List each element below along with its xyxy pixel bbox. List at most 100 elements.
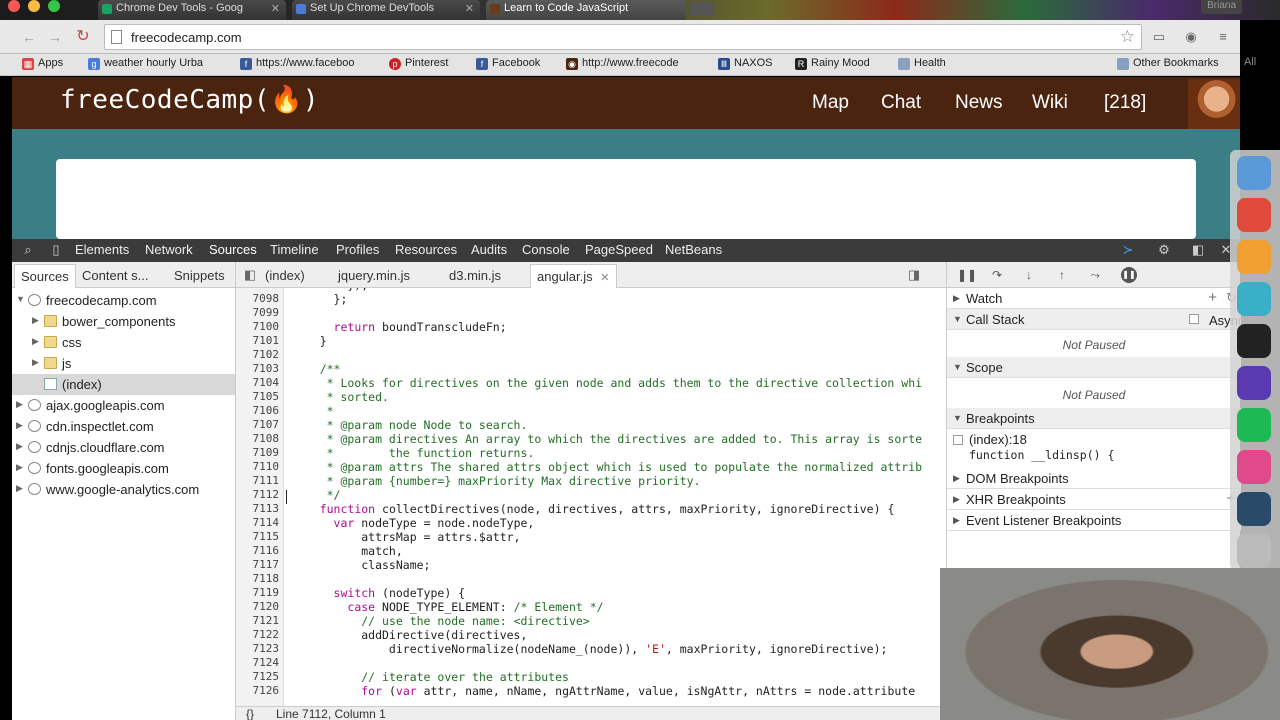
code-editor[interactable]: 7097709870997100710171027103710471057106… [236, 288, 946, 706]
tree-item[interactable]: ▼ freecodecamp.com [12, 290, 235, 311]
panel-elements[interactable]: Elements [75, 242, 129, 257]
tree-item[interactable]: ▶ cdnjs.cloudflare.com [12, 437, 235, 458]
line-number[interactable]: 7118 [253, 572, 280, 585]
pretty-print-button[interactable]: {} [246, 707, 254, 720]
nav-news[interactable]: News [955, 92, 1003, 114]
avatar[interactable] [1188, 79, 1240, 129]
spotify-icon[interactable] [1237, 408, 1271, 442]
section-watch[interactable]: ▶ Watch + ↻ [947, 288, 1241, 309]
editor-tab[interactable]: jquery.min.js [338, 268, 410, 283]
section-event-listener-breakpoints[interactable]: ▶ Event Listener Breakpoints [947, 510, 1241, 531]
cast-icon[interactable]: ▭ [1150, 28, 1168, 46]
line-number[interactable]: 7105 [253, 390, 280, 403]
expand-arrow-icon[interactable]: ▶ [32, 336, 39, 347]
bookmark-item[interactable]: p Pinterest [389, 57, 448, 70]
tree-item[interactable]: ▶ cdn.inspectlet.com [12, 416, 235, 437]
reload-button[interactable]: ↻ [74, 28, 92, 46]
deactivate-breakpoints-icon[interactable]: ⤳ [1087, 267, 1103, 283]
photos-icon[interactable] [1237, 240, 1271, 274]
step-into-icon[interactable]: ↓ [1021, 267, 1037, 283]
bookmark-item[interactable]: R Rainy Mood [795, 57, 870, 70]
panel-sources[interactable]: Sources [209, 242, 257, 257]
line-gutter[interactable]: 7097709870997100710171027103710471057106… [236, 288, 284, 706]
section-scope[interactable]: ▼ Scope [947, 357, 1241, 378]
line-number[interactable]: 7101 [253, 334, 280, 347]
pause-on-exceptions-icon[interactable]: ❚❚ [1121, 267, 1137, 283]
expand-arrow-icon[interactable]: ▶ [16, 420, 23, 431]
editor-tab[interactable]: d3.min.js [449, 268, 501, 283]
nav-chat[interactable]: Chat [881, 92, 921, 114]
collapse-arrow-icon[interactable]: ▼ [16, 294, 25, 304]
tree-item[interactable]: ▶ www.google-analytics.com [12, 479, 235, 500]
dock-side-icon[interactable]: ◧ [1190, 242, 1206, 258]
menu-icon[interactable]: ≡ [1214, 28, 1232, 46]
breakpoint-checkbox[interactable] [953, 435, 963, 445]
line-number[interactable]: 7124 [253, 656, 280, 669]
points-counter[interactable]: [218] [1104, 92, 1146, 114]
section-xhr-breakpoints[interactable]: ▶ XHR Breakpoints + [947, 489, 1241, 510]
panel-resources[interactable]: Resources [395, 242, 457, 257]
expand-arrow-icon[interactable]: ▶ [16, 462, 23, 473]
bookmark-star-icon[interactable]: ☆ [1120, 27, 1135, 47]
inspect-icon[interactable]: ⌕ [20, 242, 36, 258]
chrome-icon[interactable] [1237, 198, 1271, 232]
settings-gear-icon[interactable]: ⚙ [1156, 242, 1172, 258]
expand-arrow-icon[interactable]: ▶ [32, 357, 39, 368]
tree-item[interactable]: ▶ js [12, 353, 235, 374]
itunes-icon[interactable] [1237, 450, 1271, 484]
line-number[interactable]: 7100 [253, 320, 280, 333]
tab-snippets[interactable]: Snippets [174, 268, 225, 283]
obs-icon[interactable] [1237, 324, 1271, 358]
line-number[interactable]: 7119 [253, 586, 280, 599]
line-number[interactable]: 7106 [253, 404, 280, 417]
section-breakpoints[interactable]: ▼ Breakpoints [947, 408, 1241, 429]
breakpoint-item[interactable]: (index):18 function __ldinsp() { [947, 430, 1241, 464]
bookmark-item[interactable]: ◉ http://www.freecode [566, 57, 679, 70]
line-number[interactable]: 7099 [253, 306, 280, 319]
line-number[interactable]: 7097 [253, 288, 280, 291]
bookmark-folder[interactable]: Health [898, 57, 946, 70]
browser-tab-active[interactable]: Learn to Code JavaScript [486, 0, 686, 20]
quicktime-icon[interactable] [1237, 492, 1271, 526]
line-number[interactable]: 7121 [253, 614, 280, 627]
line-number[interactable]: 7123 [253, 642, 280, 655]
imovie-icon[interactable] [1237, 366, 1271, 400]
section-call-stack[interactable]: ▼ Call Stack Async [947, 309, 1244, 330]
profile-name[interactable]: Briana [1201, 0, 1242, 14]
bookmark-apps[interactable]: ▦ Apps [22, 57, 63, 70]
bookmark-item[interactable]: g weather hourly Urba [88, 57, 203, 70]
line-number[interactable]: 7122 [253, 628, 280, 641]
tree-item[interactable]: ▶ bower_components [12, 311, 235, 332]
forward-button[interactable]: → [46, 28, 64, 46]
back-button[interactable]: ← [20, 28, 38, 46]
panel-console[interactable]: Console [522, 242, 570, 257]
expand-arrow-icon[interactable]: ▶ [32, 315, 39, 326]
line-number[interactable]: 7111 [253, 474, 280, 487]
add-watch-icon[interactable]: + [1208, 289, 1217, 306]
extension-icon[interactable]: ◉ [1182, 28, 1200, 46]
bookmark-item[interactable]: f https://www.faceboo [240, 57, 354, 70]
line-number[interactable]: 7098 [253, 292, 280, 305]
close-tab-icon[interactable]: ✕ [465, 2, 474, 15]
line-number[interactable]: 7108 [253, 432, 280, 445]
tab-sources[interactable]: Sources [14, 264, 76, 288]
other-bookmarks[interactable]: Other Bookmarks [1117, 57, 1219, 70]
expand-arrow-icon[interactable]: ▶ [16, 483, 23, 494]
pause-icon[interactable]: ❚❚ [957, 267, 977, 283]
section-dom-breakpoints[interactable]: ▶ DOM Breakpoints [947, 468, 1241, 489]
editor-tab[interactable]: (index) [265, 268, 305, 283]
new-tab-button[interactable] [690, 2, 714, 16]
device-mode-icon[interactable]: ▯ [48, 242, 64, 258]
editor-tab-active[interactable]: angular.js ✕ [530, 264, 617, 288]
line-number[interactable]: 7120 [253, 600, 280, 613]
slack-icon[interactable] [1237, 282, 1271, 316]
panel-network[interactable]: Network [145, 242, 193, 257]
step-over-icon[interactable]: ↷ [989, 267, 1005, 283]
line-number[interactable]: 7116 [253, 544, 280, 557]
tree-item[interactable]: ▶ ajax.googleapis.com [12, 395, 235, 416]
tree-item[interactable]: ▶ css [12, 332, 235, 353]
nav-wiki[interactable]: Wiki [1032, 92, 1068, 114]
trash-icon[interactable] [1237, 534, 1271, 568]
tree-item[interactable]: (index) [12, 374, 235, 395]
line-number[interactable]: 7103 [253, 362, 280, 375]
